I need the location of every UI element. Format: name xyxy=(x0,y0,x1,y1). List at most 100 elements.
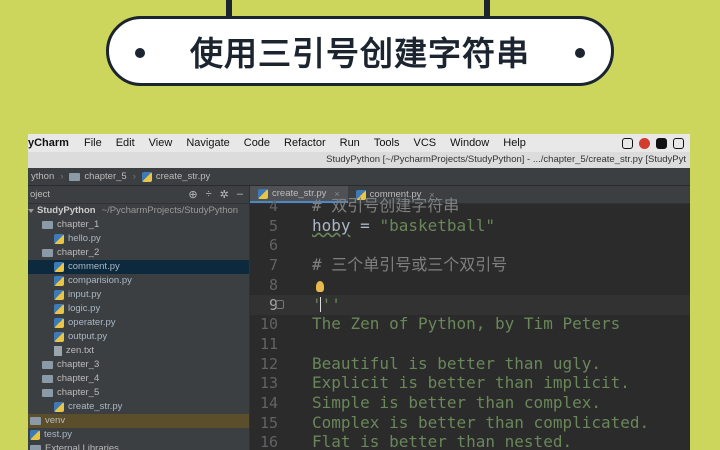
line-number: 10 xyxy=(259,315,278,334)
folder-icon xyxy=(42,389,53,397)
tree-folder[interactable]: chapter_5 xyxy=(28,386,249,400)
banner-dot-left xyxy=(135,48,145,58)
lightbulb-icon[interactable] xyxy=(316,280,324,292)
code-line[interactable]: 6 xyxy=(250,235,690,255)
python-file-icon xyxy=(54,318,64,328)
folder-icon xyxy=(42,375,53,383)
tree-item-label: chapter_3 xyxy=(57,359,100,370)
code-text: The Zen of Python, by Tim Peters xyxy=(312,314,621,334)
python-file-icon xyxy=(54,262,64,272)
python-file-icon xyxy=(54,290,64,300)
line-number: 9 xyxy=(268,295,278,314)
tree-file[interactable]: zen.txt xyxy=(28,344,249,358)
code-text: # 双引号创建字符串 xyxy=(312,196,460,215)
code-line[interactable]: 13 Explicit is better than implicit. xyxy=(250,373,690,393)
folder-icon xyxy=(42,361,53,369)
project-panel: oject ⊕ ÷ ✲ – StudyPython ~/PycharmProje… xyxy=(28,186,250,450)
locate-icon[interactable]: ⊕ xyxy=(188,188,197,201)
menu-vcs[interactable]: VCS xyxy=(407,137,444,149)
ide-window: yCharm File Edit View Navigate Code Refactor R… xyxy=(28,134,690,450)
tree-file[interactable]: hello.py xyxy=(28,232,249,246)
record-icon[interactable] xyxy=(639,137,650,149)
tree-file[interactable]: comment.py xyxy=(28,260,249,274)
code-line[interactable]: 15 Complex is better than complicated. xyxy=(250,413,690,433)
breadcrumb: ython › chapter_5 › create_str.py xyxy=(28,168,690,186)
tree-item-label: logic.py xyxy=(68,303,101,314)
menu-file[interactable]: File xyxy=(77,137,109,149)
code-text: Beautiful is better than ugly. xyxy=(312,353,601,373)
line-number: 14 xyxy=(259,394,278,412)
python-file-icon xyxy=(54,304,64,314)
tree-folder[interactable]: venv xyxy=(28,414,249,428)
line-number: 11 xyxy=(259,334,278,353)
code-line[interactable]: 11 xyxy=(250,334,690,354)
tree-file[interactable]: operater.py xyxy=(28,316,249,330)
collapse-icon[interactable]: ÷ xyxy=(206,188,212,201)
code-line[interactable]: 12 Beautiful is better than ugly. xyxy=(250,354,690,374)
tree-folder[interactable]: chapter_1 xyxy=(28,218,249,232)
folder-icon xyxy=(30,445,41,450)
python-file-icon xyxy=(54,402,64,412)
window-title: StudyPython [~/PycharmProjects/StudyPyth… xyxy=(28,152,690,168)
app-name[interactable]: yCharm xyxy=(28,137,77,149)
menu-view[interactable]: View xyxy=(142,137,180,149)
tree-item-label: comparision.py xyxy=(68,275,132,286)
code-line[interactable]: 16 Flat is better than nested. xyxy=(250,432,690,450)
menu-run[interactable]: Run xyxy=(333,137,367,149)
line-number: 15 xyxy=(259,413,278,432)
banner-title: 使用三引号创建字符串 xyxy=(190,34,530,73)
code-line[interactable]: 4 # 双引号创建字符串 xyxy=(250,196,690,216)
code-line[interactable]: 14 Simple is better than complex. xyxy=(250,393,690,413)
tree-folder[interactable]: chapter_2 xyxy=(28,246,249,260)
tree-item-label: hello.py xyxy=(68,233,101,244)
breadcrumb-file[interactable]: create_str.py xyxy=(139,171,213,182)
gear-icon[interactable]: ✲ xyxy=(220,188,229,201)
project-root[interactable]: StudyPython ~/PycharmProjects/StudyPytho… xyxy=(28,204,249,218)
tree-item-label: zen.txt xyxy=(66,345,94,356)
breadcrumb-folder[interactable]: chapter_5 xyxy=(66,171,129,182)
app-icon[interactable] xyxy=(673,137,684,149)
code-line[interactable]: 7 # 三个单引号或三个双引号 xyxy=(250,255,690,275)
menu-code[interactable]: Code xyxy=(237,137,277,149)
tree-file[interactable]: test.py xyxy=(28,428,249,442)
tree-item-label: operater.py xyxy=(68,317,116,328)
tree-file[interactable]: input.py xyxy=(28,288,249,302)
expand-icon xyxy=(28,209,34,213)
tree-item-label: chapter_4 xyxy=(57,373,100,384)
fold-icon[interactable] xyxy=(276,299,284,309)
code-line[interactable]: 10 The Zen of Python, by Tim Peters xyxy=(250,314,690,334)
tree-file[interactable]: create_str.py xyxy=(28,400,249,414)
line-number: 7 xyxy=(268,256,278,275)
bell-icon[interactable] xyxy=(656,137,667,149)
folder-icon xyxy=(30,417,41,425)
menu-edit[interactable]: Edit xyxy=(109,137,142,149)
tree-folder[interactable]: chapter_3 xyxy=(28,358,249,372)
code-line[interactable]: 9 ''' xyxy=(250,294,690,315)
line-number: 6 xyxy=(268,236,278,255)
text-cursor xyxy=(320,296,321,312)
tree-file[interactable]: logic.py xyxy=(28,302,249,316)
tree-file[interactable]: output.py xyxy=(28,330,249,344)
python-file-icon xyxy=(30,430,40,440)
tree-folder[interactable]: chapter_4 xyxy=(28,372,249,386)
code-line[interactable]: 5 hoby = "basketball" xyxy=(250,216,690,236)
line-number: 8 xyxy=(268,275,278,294)
tree-folder[interactable]: External Libraries xyxy=(28,442,249,450)
tree-item-label: test.py xyxy=(44,429,72,440)
python-file-icon xyxy=(141,171,152,182)
wechat-icon[interactable] xyxy=(622,137,633,149)
tree-file[interactable]: comparision.py xyxy=(28,274,249,288)
menubar-status-icons xyxy=(622,137,690,149)
tree-item-label: chapter_2 xyxy=(57,247,100,258)
menu-window[interactable]: Window xyxy=(443,137,496,149)
menu-tools[interactable]: Tools xyxy=(367,137,407,149)
line-number: 4 xyxy=(268,197,278,215)
menu-navigate[interactable]: Navigate xyxy=(179,137,236,149)
title-banner: 使用三引号创建字符串 xyxy=(106,16,614,86)
hide-icon[interactable]: – xyxy=(237,188,243,201)
breadcrumb-project[interactable]: ython xyxy=(28,171,57,182)
python-file-icon xyxy=(54,276,64,286)
menu-refactor[interactable]: Refactor xyxy=(277,137,333,149)
menu-help[interactable]: Help xyxy=(496,137,533,149)
code-editor[interactable]: create_str.py × comment.py × 4 # 双引号创建字符串 5 ho… xyxy=(250,186,690,450)
